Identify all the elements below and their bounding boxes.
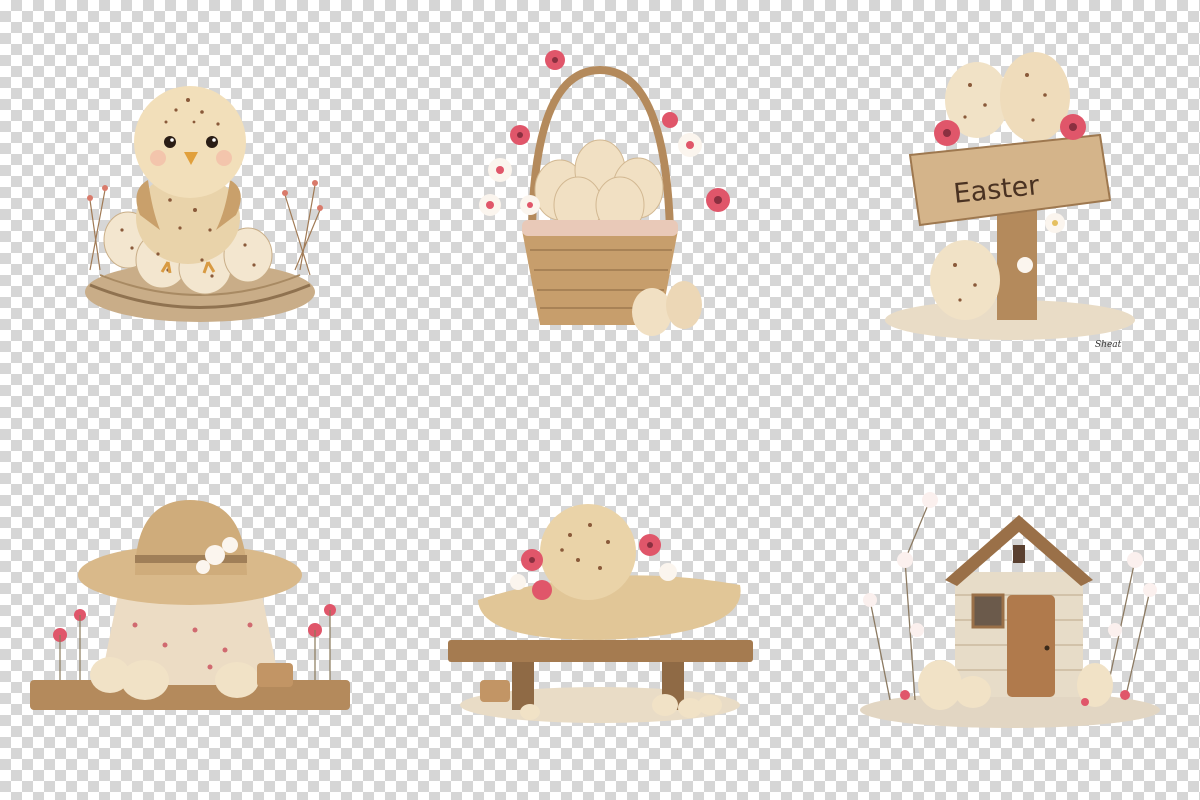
egg-basket-icon bbox=[460, 40, 740, 340]
bench-hat-icon bbox=[440, 490, 760, 730]
wooden-house-icon bbox=[845, 480, 1170, 735]
chick-in-nest-icon bbox=[70, 70, 330, 330]
artist-signature: Sheat bbox=[1095, 340, 1122, 350]
transparent-canvas: Easter Sheat bbox=[0, 0, 1200, 800]
easter-sign-icon: Easter Sheat bbox=[875, 35, 1145, 355]
straw-hat-icon bbox=[25, 495, 355, 720]
